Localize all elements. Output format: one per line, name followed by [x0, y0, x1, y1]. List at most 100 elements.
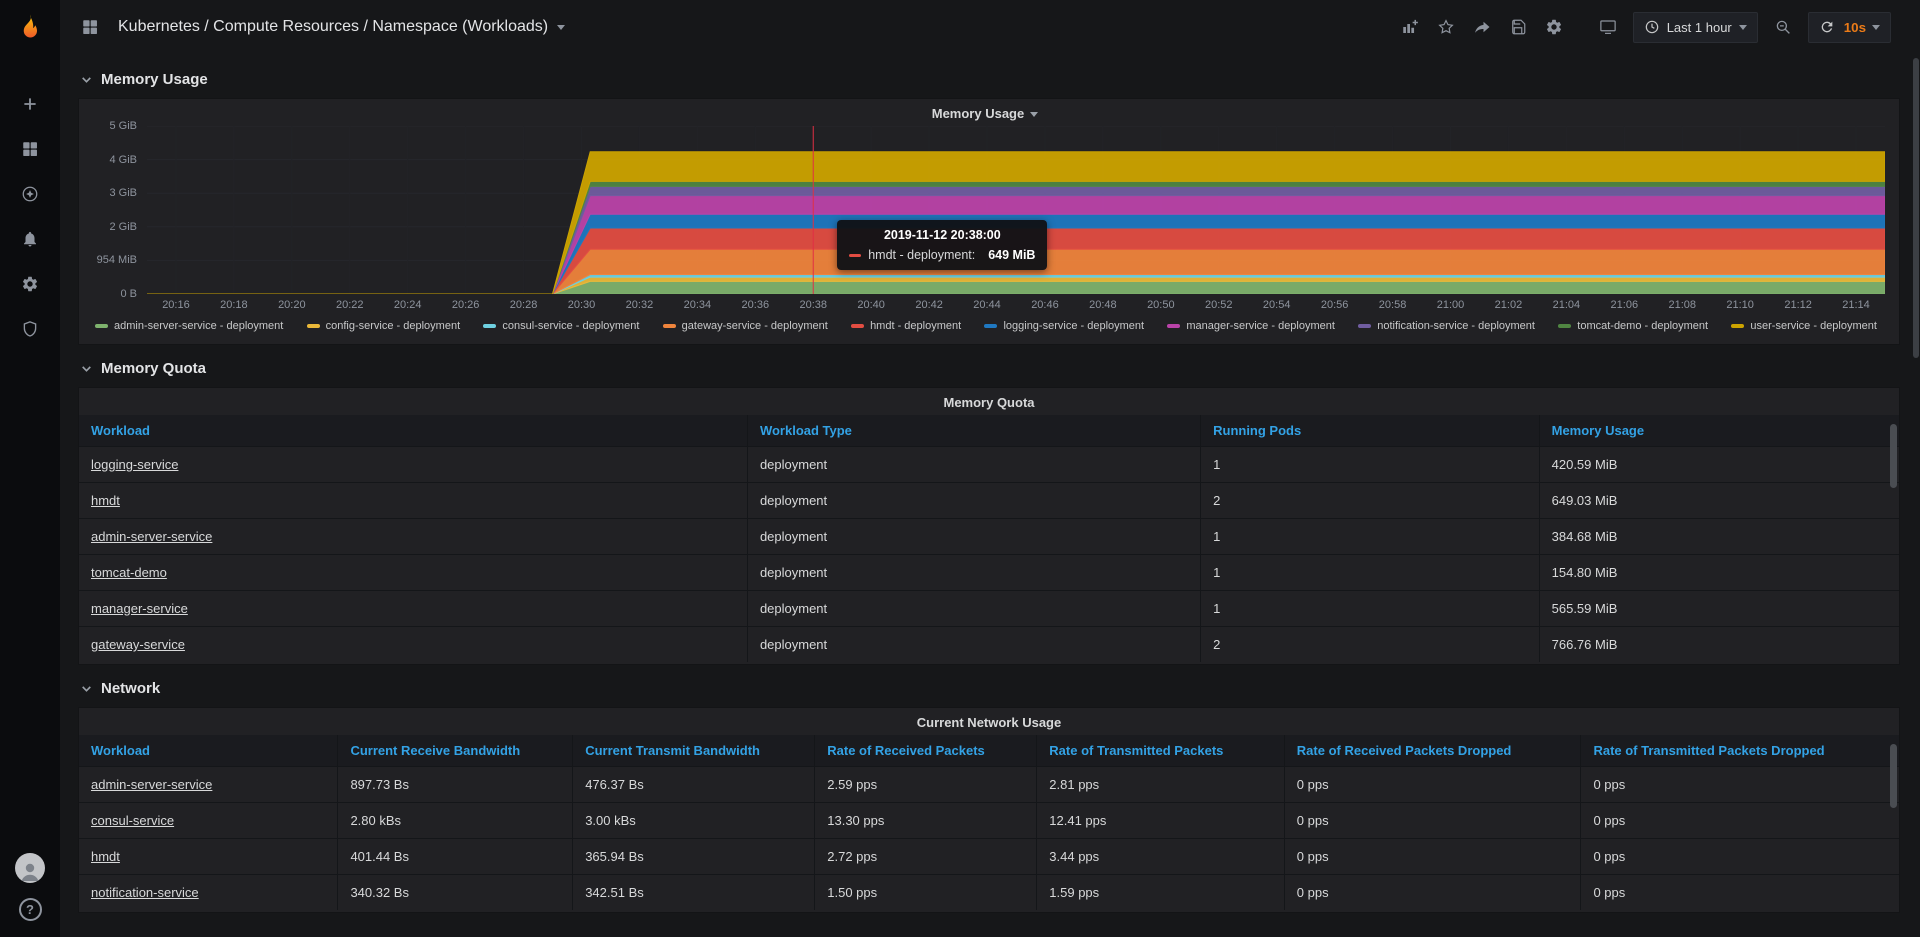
- legend-series-dash: [95, 324, 108, 328]
- legend-item[interactable]: logging-service - deployment: [984, 320, 1144, 332]
- legend-series-dash: [1167, 324, 1180, 328]
- transmitted-packets-dropped-cell: 0 pps: [1580, 766, 1899, 802]
- sidebar-nav: [18, 92, 42, 853]
- column-header-running-pods[interactable]: Running Pods: [1200, 415, 1539, 446]
- chevron-down-icon: [80, 682, 93, 695]
- column-header-workload[interactable]: Workload: [79, 415, 747, 446]
- x-axis-tick: 20:26: [452, 299, 480, 311]
- scrollbar-thumb[interactable]: [1890, 424, 1897, 488]
- receive-bandwidth-cell: 897.73 Bs: [337, 766, 572, 802]
- dashboard-title[interactable]: Kubernetes / Compute Resources / Namespa…: [118, 18, 565, 36]
- legend-series-label: hmdt - deployment: [870, 320, 961, 332]
- table-body: admin-server-service 897.73 Bs 476.37 Bs…: [79, 766, 1899, 910]
- page-scrollbar[interactable]: [1913, 58, 1919, 358]
- legend-item[interactable]: admin-server-service - deployment: [95, 320, 283, 332]
- grafana-logo[interactable]: [0, 0, 60, 56]
- workload-link[interactable]: hmdt: [91, 493, 120, 508]
- panel-title-memory-quota[interactable]: Memory Quota: [79, 388, 1899, 415]
- column-header-received-packets[interactable]: Rate of Received Packets: [814, 735, 1036, 766]
- bell-icon: [21, 230, 39, 248]
- row-title: Memory Quota: [101, 360, 206, 377]
- legend-item[interactable]: consul-service - deployment: [483, 320, 639, 332]
- time-range-picker[interactable]: Last 1 hour: [1633, 12, 1758, 43]
- workload-link[interactable]: manager-service: [91, 601, 188, 616]
- sidebar-item-dashboards[interactable]: [18, 137, 42, 161]
- x-axis-tick: 21:12: [1784, 299, 1812, 311]
- compass-icon: [21, 185, 39, 203]
- refresh-button[interactable]: [1819, 19, 1835, 35]
- y-axis-tick: 954 MiB: [97, 254, 137, 266]
- x-axis-tick: 20:40: [857, 299, 885, 311]
- workload-link[interactable]: consul-service: [91, 813, 174, 828]
- running-pods-cell: 1: [1200, 518, 1539, 554]
- dashboard-settings-button[interactable]: [1538, 11, 1570, 43]
- share-button[interactable]: [1466, 11, 1498, 43]
- workload-type-cell: deployment: [747, 590, 1200, 626]
- network-usage-panel: Current Network Usage Workload Current R…: [78, 707, 1900, 913]
- chart-legend: admin-server-service - deployment config-…: [85, 316, 1885, 340]
- dashboards-grid-icon: [21, 140, 39, 158]
- avatar-image: [15, 853, 45, 883]
- workload-link[interactable]: notification-service: [91, 885, 199, 900]
- workload-link[interactable]: admin-server-service: [91, 777, 212, 792]
- column-header-receive-bandwidth[interactable]: Current Receive Bandwidth: [337, 735, 572, 766]
- row-title: Network: [101, 680, 160, 697]
- workload-link[interactable]: hmdt: [91, 849, 120, 864]
- column-header-transmit-bandwidth[interactable]: Current Transmit Bandwidth: [572, 735, 814, 766]
- column-header-workload-type[interactable]: Workload Type: [747, 415, 1200, 446]
- save-button[interactable]: [1502, 11, 1534, 43]
- legend-series-dash: [984, 324, 997, 328]
- legend-item[interactable]: notification-service - deployment: [1358, 320, 1535, 332]
- column-header-transmitted-packets[interactable]: Rate of Transmitted Packets: [1036, 735, 1284, 766]
- sidebar-item-server-admin[interactable]: [18, 317, 42, 341]
- refresh-icon: [1819, 19, 1835, 35]
- gear-icon: [1545, 18, 1563, 36]
- memory-quota-panel: Memory Quota Workload Workload Type Runn…: [78, 387, 1900, 665]
- x-axis-tick: 20:28: [510, 299, 538, 311]
- row-toggle-memory-usage[interactable]: Memory Usage: [80, 66, 1900, 92]
- transmit-bandwidth-cell: 476.37 Bs: [572, 766, 814, 802]
- workload-link[interactable]: tomcat-demo: [91, 565, 167, 580]
- column-header-memory-usage[interactable]: Memory Usage: [1539, 415, 1899, 446]
- workload-link[interactable]: gateway-service: [91, 637, 185, 652]
- row-toggle-network[interactable]: Network: [80, 675, 1900, 701]
- user-avatar[interactable]: [15, 853, 45, 883]
- zoom-out-button[interactable]: [1767, 11, 1799, 43]
- chevron-down-icon: [1872, 25, 1880, 30]
- sidebar-item-create[interactable]: [18, 92, 42, 116]
- panel-title-network[interactable]: Current Network Usage: [79, 708, 1899, 735]
- workload-link[interactable]: admin-server-service: [91, 529, 212, 544]
- column-header-workload[interactable]: Workload: [79, 735, 337, 766]
- legend-item[interactable]: gateway-service - deployment: [663, 320, 828, 332]
- legend-item[interactable]: manager-service - deployment: [1167, 320, 1335, 332]
- panel-title-memory-usage[interactable]: Memory Usage: [85, 99, 1885, 126]
- add-panel-button[interactable]: [1394, 11, 1426, 43]
- legend-series-label: logging-service - deployment: [1003, 320, 1144, 332]
- dashboard-grid-button[interactable]: [74, 11, 106, 43]
- person-icon: [18, 859, 42, 883]
- legend-item[interactable]: config-service - deployment: [307, 320, 461, 332]
- legend-item[interactable]: tomcat-demo - deployment: [1558, 320, 1708, 332]
- table-scrollbar[interactable]: [1890, 744, 1897, 906]
- table-scrollbar[interactable]: [1890, 424, 1897, 658]
- sidebar-item-alerting[interactable]: [18, 227, 42, 251]
- row-toggle-memory-quota[interactable]: Memory Quota: [80, 355, 1900, 381]
- sidebar-item-explore[interactable]: [18, 182, 42, 206]
- column-header-transmitted-packets-dropped[interactable]: Rate of Transmitted Packets Dropped: [1580, 735, 1899, 766]
- legend-item[interactable]: hmdt - deployment: [851, 320, 961, 332]
- chevron-down-icon: [80, 73, 93, 86]
- sidebar-item-configuration[interactable]: [18, 272, 42, 296]
- workload-link[interactable]: logging-service: [91, 457, 178, 472]
- panel-title-text: Memory Usage: [932, 106, 1024, 121]
- received-packets-cell: 13.30 pps: [814, 802, 1036, 838]
- scrollbar-thumb[interactable]: [1890, 744, 1897, 808]
- x-axis-tick: 21:00: [1437, 299, 1465, 311]
- add-panel-icon: [1401, 18, 1419, 36]
- legend-item[interactable]: user-service - deployment: [1731, 320, 1877, 332]
- cycle-view-mode-button[interactable]: [1592, 11, 1624, 43]
- refresh-interval-picker[interactable]: 10s: [1844, 20, 1880, 35]
- star-button[interactable]: [1430, 11, 1462, 43]
- column-header-received-packets-dropped[interactable]: Rate of Received Packets Dropped: [1284, 735, 1581, 766]
- sidebar-item-help[interactable]: ?: [18, 897, 42, 921]
- x-axis-tick: 20:42: [915, 299, 943, 311]
